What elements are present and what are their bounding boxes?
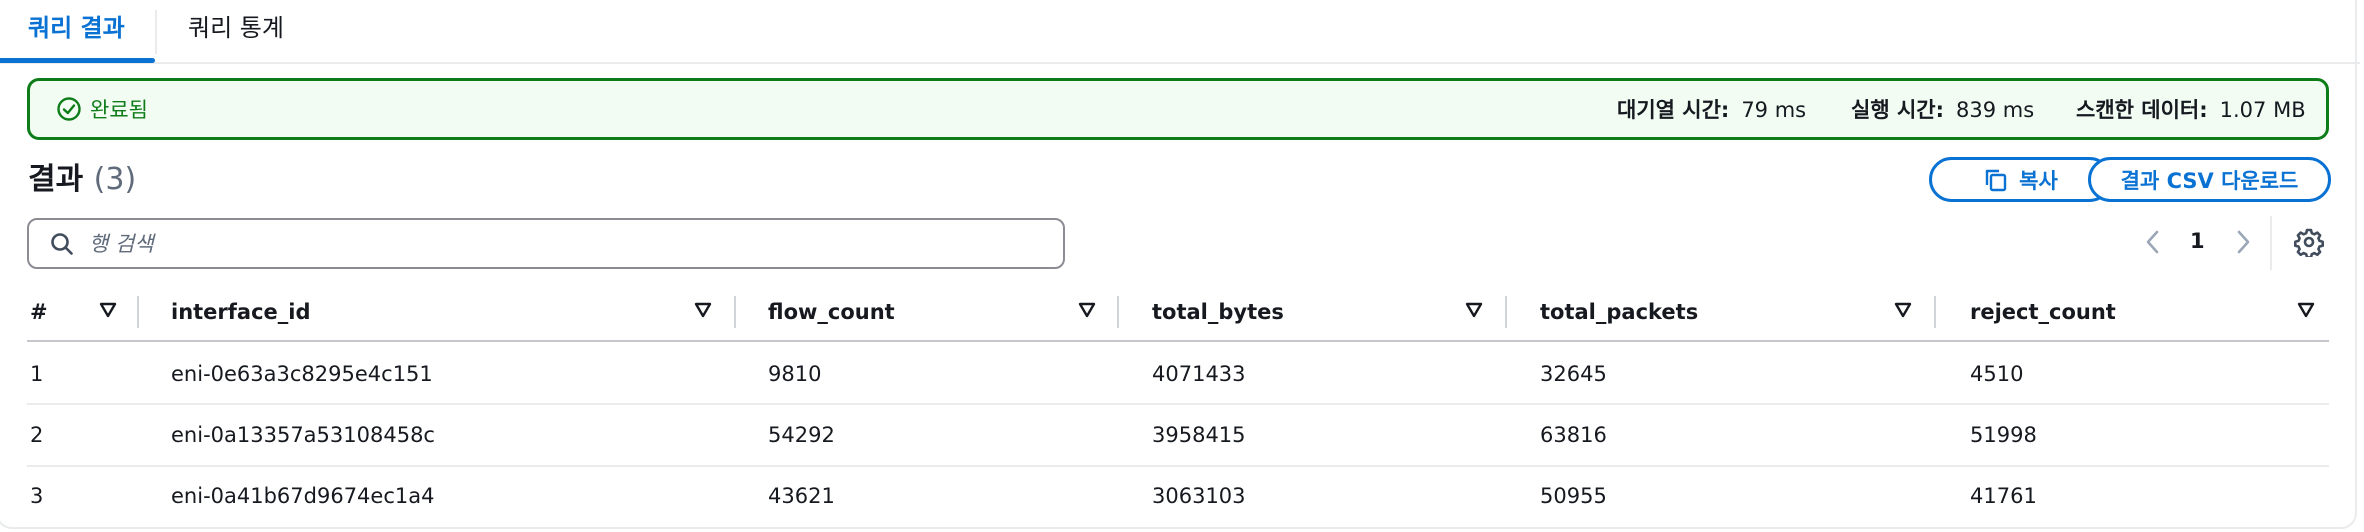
column-header-index[interactable]: # <box>30 296 48 328</box>
copy-icon <box>1983 167 2009 193</box>
table-cell: eni-0a13357a53108458c <box>171 423 435 447</box>
tab-query-results[interactable]: 쿼리 결과 <box>28 12 125 44</box>
row-search-box[interactable] <box>27 218 1065 269</box>
sort-triangle-icon[interactable] <box>2297 302 2315 322</box>
column-header-total-packets[interactable]: total_packets <box>1540 296 1698 328</box>
table-cell: 32645 <box>1540 362 1607 386</box>
table-cell: 50955 <box>1540 484 1607 508</box>
sort-triangle-icon[interactable] <box>1465 302 1483 322</box>
table-cell: 54292 <box>768 423 835 447</box>
results-title: 결과 <box>28 162 84 197</box>
table-cell: eni-0e63a3c8295e4c151 <box>171 362 433 386</box>
results-count: (3) <box>93 162 137 197</box>
column-divider[interactable] <box>1117 296 1119 328</box>
pagination-separator <box>2270 216 2272 270</box>
copy-button[interactable]: 복사 <box>1929 157 2112 202</box>
active-tab-indicator <box>0 58 155 63</box>
table-cell: 1 <box>30 362 44 386</box>
table-cell: 3 <box>30 484 44 508</box>
chevron-left-icon[interactable] <box>2142 227 2164 261</box>
run-time-value: 839 ms <box>1956 98 2035 122</box>
row-divider <box>27 403 2329 405</box>
status-indicator: 완료됨 <box>56 94 148 124</box>
table-cell: 3958415 <box>1152 423 1246 447</box>
column-divider[interactable] <box>1934 296 1936 328</box>
queue-time-metric: 대기열 시간: 79 ms <box>1617 96 1806 124</box>
column-header-flow-count[interactable]: flow_count <box>768 296 895 328</box>
tab-bar-border <box>0 62 2360 64</box>
column-header-total-bytes[interactable]: total_bytes <box>1152 296 1284 328</box>
copy-button-label: 복사 <box>2019 168 2058 193</box>
row-divider <box>27 465 2329 467</box>
scanned-data-label: 스캔한 데이터: <box>2076 98 2208 122</box>
column-header-interface-id[interactable]: interface_id <box>171 296 311 328</box>
sort-triangle-icon[interactable] <box>1894 302 1912 322</box>
queue-time-value: 79 ms <box>1741 98 1807 122</box>
table-cell: 43621 <box>768 484 835 508</box>
table-header-border <box>27 340 2329 342</box>
settings-gear-icon[interactable] <box>2294 227 2324 261</box>
table-cell: 51998 <box>1970 423 2037 447</box>
sort-triangle-icon[interactable] <box>694 302 712 322</box>
scanned-data-value: 1.07 MB <box>2219 98 2306 122</box>
table-cell: 63816 <box>1540 423 1607 447</box>
sort-triangle-icon[interactable] <box>99 302 117 322</box>
results-heading: 결과 (3) <box>28 160 136 200</box>
scanned-data-metric: 스캔한 데이터: 1.07 MB <box>2076 96 2306 124</box>
table-cell: eni-0a41b67d9674ec1a4 <box>171 484 435 508</box>
column-header-reject-count[interactable]: reject_count <box>1970 296 2116 328</box>
run-time-label: 실행 시간: <box>1851 98 1944 122</box>
table-cell: 41761 <box>1970 484 2037 508</box>
tab-separator <box>155 10 157 54</box>
sort-triangle-icon[interactable] <box>1078 302 1096 322</box>
download-csv-button[interactable]: 결과 CSV 다운로드 <box>2088 157 2331 202</box>
chevron-right-icon[interactable] <box>2232 227 2254 261</box>
table-cell: 4510 <box>1970 362 2024 386</box>
table-cell: 2 <box>30 423 44 447</box>
table-cell: 9810 <box>768 362 822 386</box>
column-divider[interactable] <box>734 296 736 328</box>
download-csv-label: 결과 CSV 다운로드 <box>2120 168 2299 193</box>
status-text: 완료됨 <box>90 98 148 122</box>
search-input[interactable] <box>87 230 1063 257</box>
table-cell: 4071433 <box>1152 362 1246 386</box>
current-page-number[interactable]: 1 <box>2190 229 2205 253</box>
table-cell: 3063103 <box>1152 484 1246 508</box>
check-circle-icon <box>56 96 82 122</box>
queue-time-label: 대기열 시간: <box>1617 98 1730 122</box>
column-divider[interactable] <box>137 296 139 328</box>
run-time-metric: 실행 시간: 839 ms <box>1851 96 2034 124</box>
search-icon <box>49 231 75 257</box>
tab-query-stats[interactable]: 쿼리 통계 <box>188 12 284 44</box>
column-divider[interactable] <box>1505 296 1507 328</box>
